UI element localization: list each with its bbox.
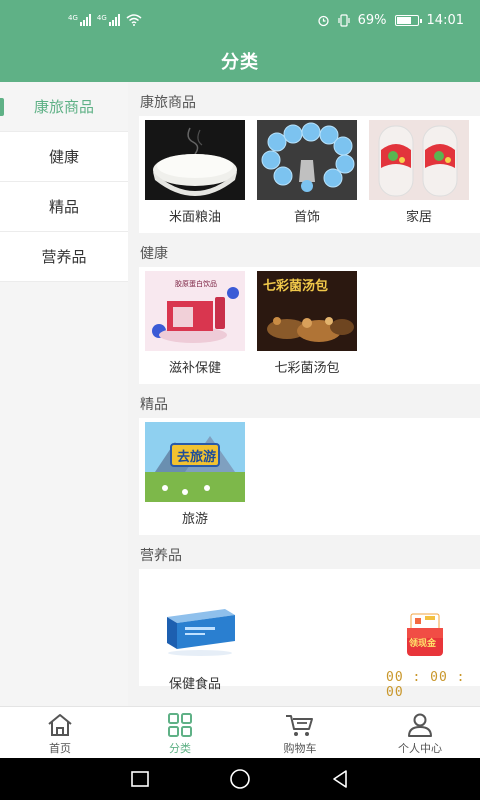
home-icon — [48, 714, 72, 736]
countdown-timer: 00 : 00 : 00 — [386, 670, 466, 700]
wifi-icon — [126, 14, 142, 26]
product-jewelry[interactable]: 首饰 — [257, 120, 357, 225]
network-type: 4G — [96, 14, 107, 22]
product-card: 胶原蛋白饮品 滋补保健 七彩菌汤包 七彩菌汤包 — [139, 267, 480, 384]
category-sidebar: 康旅商品 健康 精品 营养品 — [0, 82, 128, 706]
product-card: 米面粮油 首饰 家居 — [139, 116, 480, 233]
collagen-drink-image: 胶原蛋白饮品 — [145, 271, 245, 351]
header: 分类 — [0, 40, 480, 82]
product-name: 旅游 — [181, 512, 208, 527]
signal-icon: 4G — [97, 14, 120, 26]
travel-poster-image: 去旅游 — [145, 422, 245, 502]
coupon-label: 领现金 — [409, 639, 437, 649]
status-bar: 4G 4G 69% 14:01 — [0, 0, 480, 40]
tab-profile[interactable]: 个人中心 — [360, 707, 480, 758]
sidebar-item-nutrition[interactable]: 营养品 — [0, 232, 128, 282]
signal-icon: 4G — [68, 14, 91, 26]
system-nav-bar — [0, 758, 480, 800]
product-health-food[interactable]: 保健食品 — [145, 587, 245, 692]
tab-home[interactable]: 首页 — [0, 707, 120, 758]
product-name: 保健食品 — [168, 677, 221, 692]
product-image-text: 胶原蛋白饮品 — [175, 280, 217, 288]
section-title: 精品 — [140, 397, 168, 413]
product-mushroom-soup[interactable]: 七彩菌汤包 七彩菌汤包 — [257, 271, 357, 376]
sidebar-item-health[interactable]: 健康 — [0, 132, 128, 182]
sidebar-item-kanglv[interactable]: 康旅商品 — [0, 82, 128, 132]
health-box-image — [145, 587, 245, 667]
product-home[interactable]: 家居 — [369, 120, 469, 225]
sidebar-item-label: 营养品 — [41, 248, 87, 266]
sidebar-item-premium[interactable]: 精品 — [0, 182, 128, 232]
product-tonic[interactable]: 胶原蛋白饮品 滋补保健 — [145, 271, 245, 376]
tab-label: 首页 — [49, 742, 71, 755]
bottom-tab-bar: 首页 分类 购物车 个人中心 — [0, 706, 480, 758]
section-title: 健康 — [140, 246, 168, 262]
tab-category[interactable]: 分类 — [120, 707, 240, 758]
grid-icon — [168, 713, 192, 737]
cash-coupon-button[interactable]: 领现金 — [405, 610, 445, 660]
clock: 14:01 — [426, 12, 464, 28]
bracelet-image — [257, 120, 357, 200]
tab-label: 个人中心 — [398, 742, 442, 755]
sidebar-item-label: 康旅商品 — [33, 98, 94, 116]
tab-cart[interactable]: 购物车 — [240, 707, 360, 758]
product-name: 家居 — [405, 210, 432, 225]
section-title: 康旅商品 — [140, 95, 196, 111]
product-image-text: 七彩菌汤包 — [263, 279, 329, 294]
vibrate-icon — [338, 13, 350, 27]
sidebar-item-label: 精品 — [48, 198, 79, 216]
tab-label: 分类 — [169, 742, 191, 755]
mushroom-soup-image: 七彩菌汤包 — [257, 271, 357, 351]
product-rice-oil[interactable]: 米面粮油 — [145, 120, 245, 225]
product-image-text: 去旅游 — [177, 450, 217, 465]
product-name: 首饰 — [293, 210, 320, 225]
product-name: 七彩菌汤包 — [274, 361, 340, 376]
battery-percent: 69% — [357, 12, 387, 28]
product-name: 米面粮油 — [168, 210, 221, 225]
cart-icon — [286, 715, 313, 736]
section-title: 营养品 — [140, 548, 182, 564]
sidebar-item-label: 健康 — [48, 148, 79, 166]
battery-icon — [394, 14, 422, 26]
network-type: 4G — [68, 14, 78, 22]
back-icon[interactable] — [330, 769, 350, 789]
recent-apps-icon[interactable] — [130, 770, 150, 788]
product-card: 去旅游 旅游 — [139, 418, 480, 535]
rice-bowl-image — [145, 120, 245, 200]
product-name: 滋补保健 — [168, 361, 221, 376]
person-icon — [408, 713, 432, 737]
product-travel[interactable]: 去旅游 旅游 — [145, 422, 245, 527]
page-title: 分类 — [221, 52, 259, 73]
tab-label: 购物车 — [283, 742, 317, 755]
alarm-icon — [317, 15, 329, 26]
home-circle-icon[interactable] — [229, 768, 251, 790]
slippers-image — [369, 120, 469, 200]
